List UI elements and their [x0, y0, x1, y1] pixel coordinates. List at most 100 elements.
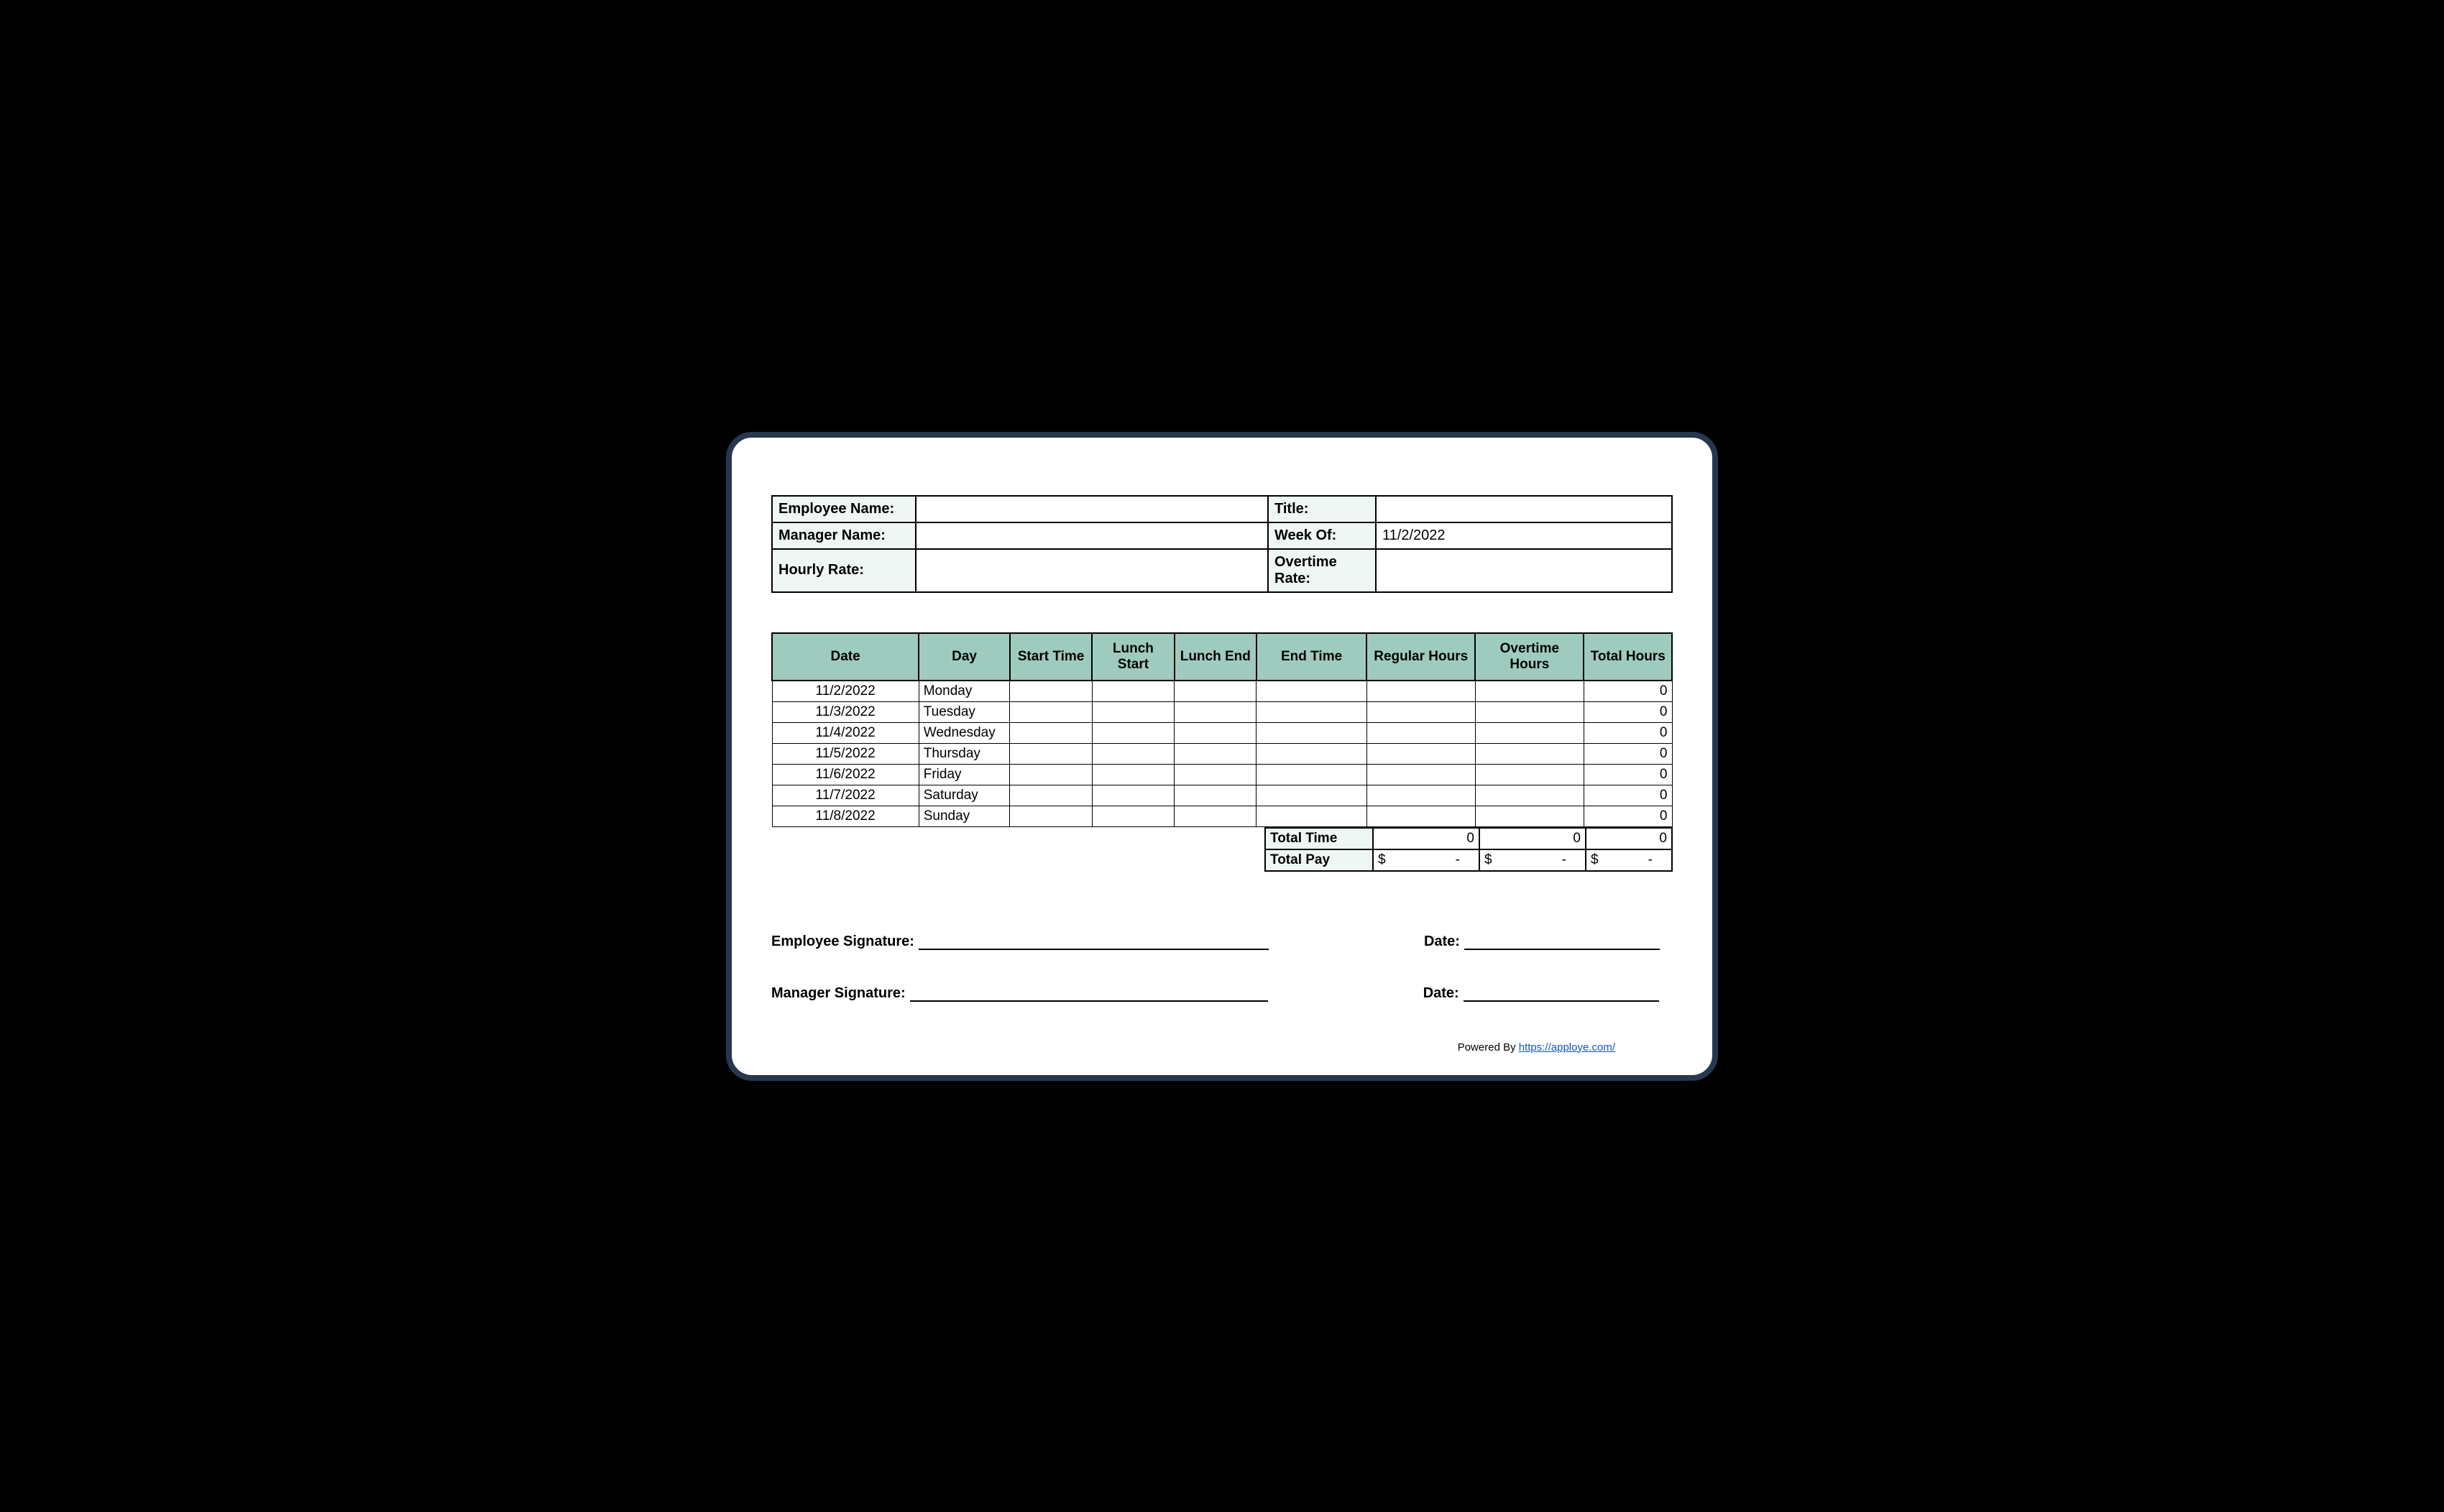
cell-start-time[interactable] — [1010, 806, 1092, 826]
total-time-regular: 0 — [1373, 828, 1479, 849]
table-header-row: Date Day Start Time Lunch Start Lunch En… — [772, 633, 1672, 681]
cell-end-time[interactable] — [1257, 764, 1366, 785]
cell-regular-hours[interactable] — [1366, 743, 1475, 764]
cell-lunch-start[interactable] — [1092, 722, 1174, 743]
manager-date-line[interactable] — [1464, 985, 1659, 1002]
cell-day: Monday — [919, 681, 1010, 702]
manager-name-label: Manager Name: — [772, 522, 916, 549]
header-start-time: Start Time — [1010, 633, 1092, 681]
cell-overtime-hours[interactable] — [1475, 701, 1584, 722]
cell-start-time[interactable] — [1010, 681, 1092, 702]
cell-total-hours: 0 — [1584, 722, 1672, 743]
cell-end-time[interactable] — [1257, 743, 1366, 764]
cell-total-hours: 0 — [1584, 701, 1672, 722]
cell-start-time[interactable] — [1010, 722, 1092, 743]
cell-date: 11/3/2022 — [772, 701, 919, 722]
cell-end-time[interactable] — [1257, 722, 1366, 743]
cell-date: 11/6/2022 — [772, 764, 919, 785]
apploye-link[interactable]: https://apploye.com/ — [1519, 1041, 1615, 1054]
cell-lunch-end[interactable] — [1175, 701, 1257, 722]
cell-regular-hours[interactable] — [1366, 806, 1475, 826]
title-value[interactable] — [1376, 496, 1672, 522]
overtime-rate-value[interactable] — [1376, 549, 1672, 592]
total-time-label: Total Time — [1265, 828, 1373, 849]
cell-lunch-start[interactable] — [1092, 701, 1174, 722]
total-pay-regular: $ - — [1373, 849, 1479, 871]
cell-start-time[interactable] — [1010, 743, 1092, 764]
cell-total-hours: 0 — [1584, 785, 1672, 806]
cell-lunch-end[interactable] — [1175, 806, 1257, 826]
employee-date-line[interactable] — [1464, 933, 1660, 950]
cell-date: 11/8/2022 — [772, 806, 919, 826]
manager-signature-label: Manager Signature: — [771, 985, 906, 1002]
signatures-section: Employee Signature: Date: Manager Signat… — [771, 933, 1673, 1002]
manager-date-label: Date: — [1423, 985, 1459, 1002]
cell-end-time[interactable] — [1257, 701, 1366, 722]
timesheet-document: Employee Name: Title: Manager Name: Week… — [726, 432, 1718, 1081]
cell-regular-hours[interactable] — [1366, 722, 1475, 743]
cell-lunch-start[interactable] — [1092, 806, 1174, 826]
cell-start-time[interactable] — [1010, 701, 1092, 722]
header-day: Day — [919, 633, 1010, 681]
table-row: 11/7/2022Saturday0 — [772, 785, 1672, 806]
cell-total-hours: 0 — [1584, 681, 1672, 702]
cell-regular-hours[interactable] — [1366, 681, 1475, 702]
cell-regular-hours[interactable] — [1366, 785, 1475, 806]
cell-day: Thursday — [919, 743, 1010, 764]
cell-end-time[interactable] — [1257, 785, 1366, 806]
cell-overtime-hours[interactable] — [1475, 764, 1584, 785]
cell-end-time[interactable] — [1257, 681, 1366, 702]
cell-lunch-end[interactable] — [1175, 743, 1257, 764]
powered-by-text: Powered By — [1458, 1041, 1519, 1054]
employee-date-label: Date: — [1424, 934, 1460, 950]
cell-date: 11/7/2022 — [772, 785, 919, 806]
cell-lunch-start[interactable] — [1092, 681, 1174, 702]
total-time-row: Total Time 0 0 0 — [1265, 828, 1672, 849]
header-overtime-hours: Overtime Hours — [1475, 633, 1584, 681]
cell-lunch-end[interactable] — [1175, 785, 1257, 806]
cell-lunch-end[interactable] — [1175, 764, 1257, 785]
table-row: 11/4/2022Wednesday0 — [772, 722, 1672, 743]
manager-signature-row: Manager Signature: Date: — [771, 985, 1673, 1002]
cell-regular-hours[interactable] — [1366, 764, 1475, 785]
cell-lunch-end[interactable] — [1175, 681, 1257, 702]
cell-overtime-hours[interactable] — [1475, 785, 1584, 806]
employee-signature-label: Employee Signature: — [771, 934, 914, 950]
employee-signature-line[interactable] — [919, 933, 1269, 950]
cell-lunch-end[interactable] — [1175, 722, 1257, 743]
cell-total-hours: 0 — [1584, 764, 1672, 785]
cell-day: Wednesday — [919, 722, 1010, 743]
cell-lunch-start[interactable] — [1092, 743, 1174, 764]
manager-signature-line[interactable] — [910, 985, 1268, 1002]
cell-start-time[interactable] — [1010, 785, 1092, 806]
title-label: Title: — [1268, 496, 1376, 522]
cell-overtime-hours[interactable] — [1475, 743, 1584, 764]
cell-start-time[interactable] — [1010, 764, 1092, 785]
header-lunch-start: Lunch Start — [1092, 633, 1174, 681]
cell-overtime-hours[interactable] — [1475, 806, 1584, 826]
cell-end-time[interactable] — [1257, 806, 1366, 826]
week-of-value[interactable]: 11/2/2022 — [1376, 522, 1672, 549]
cell-total-hours: 0 — [1584, 743, 1672, 764]
cell-lunch-start[interactable] — [1092, 764, 1174, 785]
cell-day: Friday — [919, 764, 1010, 785]
cell-day: Sunday — [919, 806, 1010, 826]
footer: Powered By https://apploye.com/ — [771, 1041, 1673, 1054]
cell-total-hours: 0 — [1584, 806, 1672, 826]
table-row: 11/6/2022Friday 0 — [772, 764, 1672, 785]
cell-regular-hours[interactable] — [1366, 701, 1475, 722]
table-row: 11/3/2022Tuesday0 — [772, 701, 1672, 722]
table-row: 11/8/2022Sunday 0 — [772, 806, 1672, 826]
hourly-rate-label: Hourly Rate: — [772, 549, 916, 592]
table-row: 11/2/2022Monday 0 — [772, 681, 1672, 702]
table-row: 11/5/2022Thursday0 — [772, 743, 1672, 764]
hourly-rate-value[interactable] — [916, 549, 1268, 592]
cell-overtime-hours[interactable] — [1475, 681, 1584, 702]
cell-overtime-hours[interactable] — [1475, 722, 1584, 743]
cell-date: 11/2/2022 — [772, 681, 919, 702]
manager-name-value[interactable] — [916, 522, 1268, 549]
header-end-time: End Time — [1257, 633, 1366, 681]
total-time-overtime: 0 — [1479, 828, 1586, 849]
employee-name-value[interactable] — [916, 496, 1268, 522]
cell-lunch-start[interactable] — [1092, 785, 1174, 806]
